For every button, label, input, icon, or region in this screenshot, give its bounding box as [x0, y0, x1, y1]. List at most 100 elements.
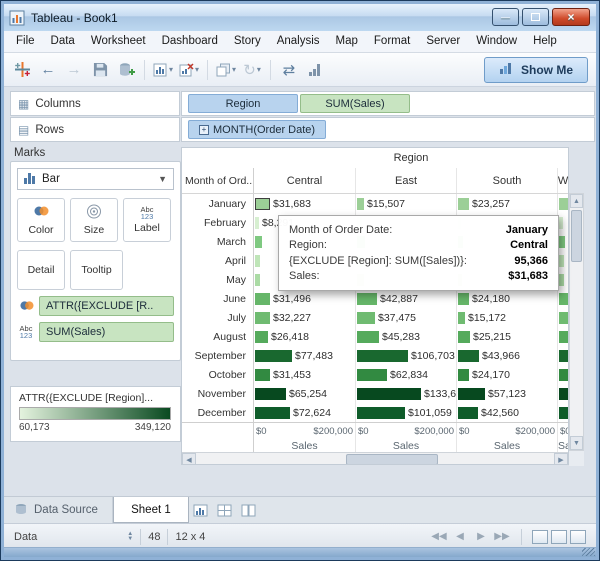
data-source-tab[interactable]: Data Source	[4, 497, 113, 523]
columns-shelf[interactable]: Region SUM(Sales)	[181, 91, 595, 116]
menu-item-format[interactable]: Format	[366, 31, 418, 52]
cell-october-south[interactable]: $24,170	[456, 365, 557, 384]
cell-december-w[interactable]	[557, 403, 568, 422]
pane-label[interactable]: Data	[14, 531, 37, 543]
cell-june-w[interactable]	[557, 289, 568, 308]
cell-january-w[interactable]	[557, 194, 568, 213]
history-forward-icon[interactable]: ▶	[472, 528, 490, 546]
color-button[interactable]: Color	[17, 198, 65, 242]
hscroll-thumb[interactable]	[346, 454, 438, 464]
label-button[interactable]: Abc 123 Label	[123, 198, 171, 242]
detail-button[interactable]: Detail	[17, 250, 65, 290]
maximize-button[interactable]	[522, 8, 549, 26]
cell-january-central[interactable]: $31,683	[254, 194, 355, 213]
bar-mark[interactable]	[255, 254, 260, 267]
bar-mark[interactable]	[559, 387, 568, 400]
horizontal-scrollbar[interactable]: ◀ ▶	[182, 452, 568, 464]
pill-region[interactable]: Region	[188, 94, 298, 113]
bar-mark[interactable]	[559, 197, 568, 210]
history-last-icon[interactable]: ▶▶	[493, 528, 511, 546]
bar-mark[interactable]	[458, 197, 469, 210]
cell-november-east[interactable]: $133,674	[355, 384, 456, 403]
cell-november-south[interactable]: $57,123	[456, 384, 557, 403]
bar-mark[interactable]	[255, 349, 292, 362]
scroll-left-icon[interactable]: ◀	[182, 453, 196, 464]
bar-mark[interactable]	[255, 197, 270, 210]
bar-mark[interactable]	[255, 406, 290, 419]
cell-july-central[interactable]: $32,227	[254, 308, 355, 327]
bar-mark[interactable]	[559, 254, 564, 267]
bar-mark[interactable]	[458, 311, 465, 324]
minimize-button[interactable]: —	[492, 8, 519, 26]
show-sheet-sorter-icon[interactable]	[570, 529, 586, 544]
back-icon[interactable]: ←	[36, 57, 60, 83]
clear-sheet-icon[interactable]: ▾	[177, 57, 201, 83]
menu-item-dashboard[interactable]: Dashboard	[154, 31, 226, 52]
bar-mark[interactable]	[357, 406, 405, 419]
history-first-icon[interactable]: ◀◀	[430, 528, 448, 546]
cell-january-east[interactable]: $15,507	[355, 194, 456, 213]
bar-mark[interactable]	[559, 235, 565, 248]
scroll-right-icon[interactable]: ▶	[554, 453, 568, 464]
cell-august-w[interactable]	[557, 327, 568, 346]
bar-mark[interactable]	[255, 216, 259, 229]
row-header-april[interactable]: April	[182, 251, 254, 270]
cell-august-east[interactable]: $45,283	[355, 327, 456, 346]
cell-september-south[interactable]: $43,966	[456, 346, 557, 365]
marks-pill-attr-exclude-r[interactable]: ATTR({EXCLUDE [R..	[39, 296, 174, 316]
title-bar[interactable]: Tableau - Book1 — ×	[4, 4, 596, 31]
bar-mark[interactable]	[458, 406, 478, 419]
tooltip-button[interactable]: Tooltip	[70, 250, 123, 290]
marks-pill-sum-sales[interactable]: SUM(Sales)	[39, 322, 174, 342]
bar-mark[interactable]	[559, 273, 564, 286]
cell-september-central[interactable]: $77,483	[254, 346, 355, 365]
new-dashboard-tab-button[interactable]	[213, 497, 237, 523]
expand-icon[interactable]: +	[199, 124, 209, 135]
tableau-logo-icon[interactable]	[10, 57, 34, 83]
cell-june-south[interactable]: $24,180	[456, 289, 557, 308]
resize-grip[interactable]	[582, 548, 595, 556]
cell-december-south[interactable]: $42,560	[456, 403, 557, 422]
cell-august-south[interactable]: $25,215	[456, 327, 557, 346]
vscroll-thumb[interactable]	[571, 210, 582, 262]
save-icon[interactable]	[88, 57, 112, 83]
rows-shelf[interactable]: + MONTH(Order Date)	[181, 117, 595, 142]
sort-ascending-icon[interactable]	[303, 57, 327, 83]
cell-january-south[interactable]: $23,257	[456, 194, 557, 213]
bar-mark[interactable]	[255, 311, 270, 324]
bar-mark[interactable]	[458, 368, 469, 381]
cell-september-east[interactable]: $106,703	[355, 346, 456, 365]
cell-july-east[interactable]: $37,475	[355, 308, 456, 327]
bar-mark[interactable]	[559, 330, 568, 343]
row-header-march[interactable]: March	[182, 232, 254, 251]
close-button[interactable]: ×	[552, 8, 590, 26]
size-button[interactable]: Size	[70, 198, 118, 242]
cell-october-east[interactable]: $62,834	[355, 365, 456, 384]
row-header-june[interactable]: June	[182, 289, 254, 308]
bar-mark[interactable]	[357, 197, 364, 210]
row-header-november[interactable]: November	[182, 384, 254, 403]
bar-mark[interactable]	[458, 292, 469, 305]
menu-item-help[interactable]: Help	[525, 31, 565, 52]
bar-mark[interactable]	[357, 349, 408, 362]
bar-mark[interactable]	[559, 311, 568, 324]
scroll-up-icon[interactable]: ▲	[570, 194, 583, 208]
cell-august-central[interactable]: $26,418	[254, 327, 355, 346]
cell-july-south[interactable]: $15,172	[456, 308, 557, 327]
column-header-central[interactable]: Central	[254, 168, 355, 193]
duplicate-icon[interactable]: ▾	[214, 57, 238, 83]
bar-mark[interactable]	[559, 292, 568, 305]
scroll-down-icon[interactable]: ▼	[570, 436, 583, 450]
history-back-icon[interactable]: ◀	[451, 528, 469, 546]
cell-october-central[interactable]: $31,453	[254, 365, 355, 384]
pane-spinner-icon[interactable]: ▲ ▼	[127, 531, 133, 542]
new-worksheet-icon[interactable]: ▾	[151, 57, 175, 83]
cell-september-w[interactable]	[557, 346, 568, 365]
bar-mark[interactable]	[357, 368, 387, 381]
cell-december-central[interactable]: $72,624	[254, 403, 355, 422]
cell-june-central[interactable]: $31,496	[254, 289, 355, 308]
menu-item-map[interactable]: Map	[328, 31, 366, 52]
forward-icon[interactable]: →	[62, 57, 86, 83]
bar-mark[interactable]	[458, 330, 470, 343]
menu-item-window[interactable]: Window	[468, 31, 525, 52]
